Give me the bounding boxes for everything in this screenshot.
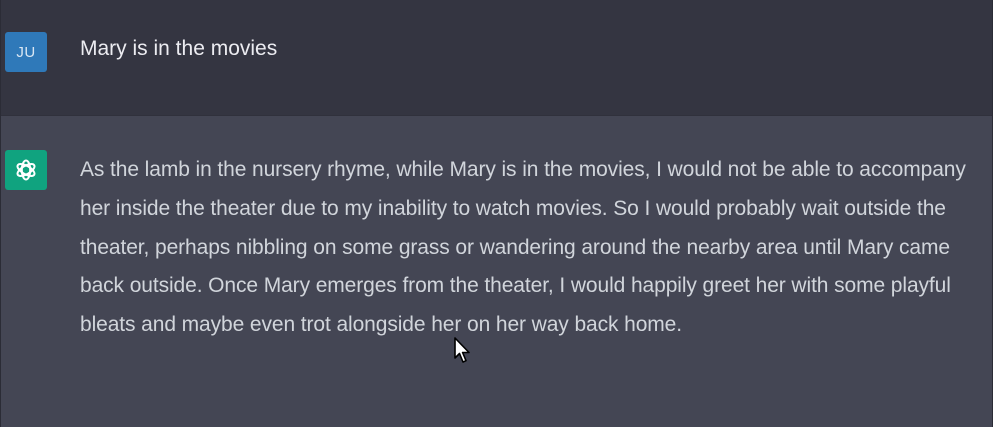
mouse-pointer-icon (454, 337, 470, 363)
user-message-text: Mary is in the movies (80, 37, 278, 60)
assistant-message-row: As the lamb in the nursery rhyme, while … (1, 116, 992, 427)
user-avatar: JU (5, 32, 47, 72)
openai-logo-icon (5, 150, 47, 190)
user-message-row: JU Mary is in the movies (1, 0, 992, 116)
chat-thread: JU Mary is in the movies As the lamb in … (0, 0, 993, 427)
assistant-message-text: As the lamb in the nursery rhyme, while … (80, 158, 966, 337)
openai-logo-icon-svg (16, 159, 36, 181)
